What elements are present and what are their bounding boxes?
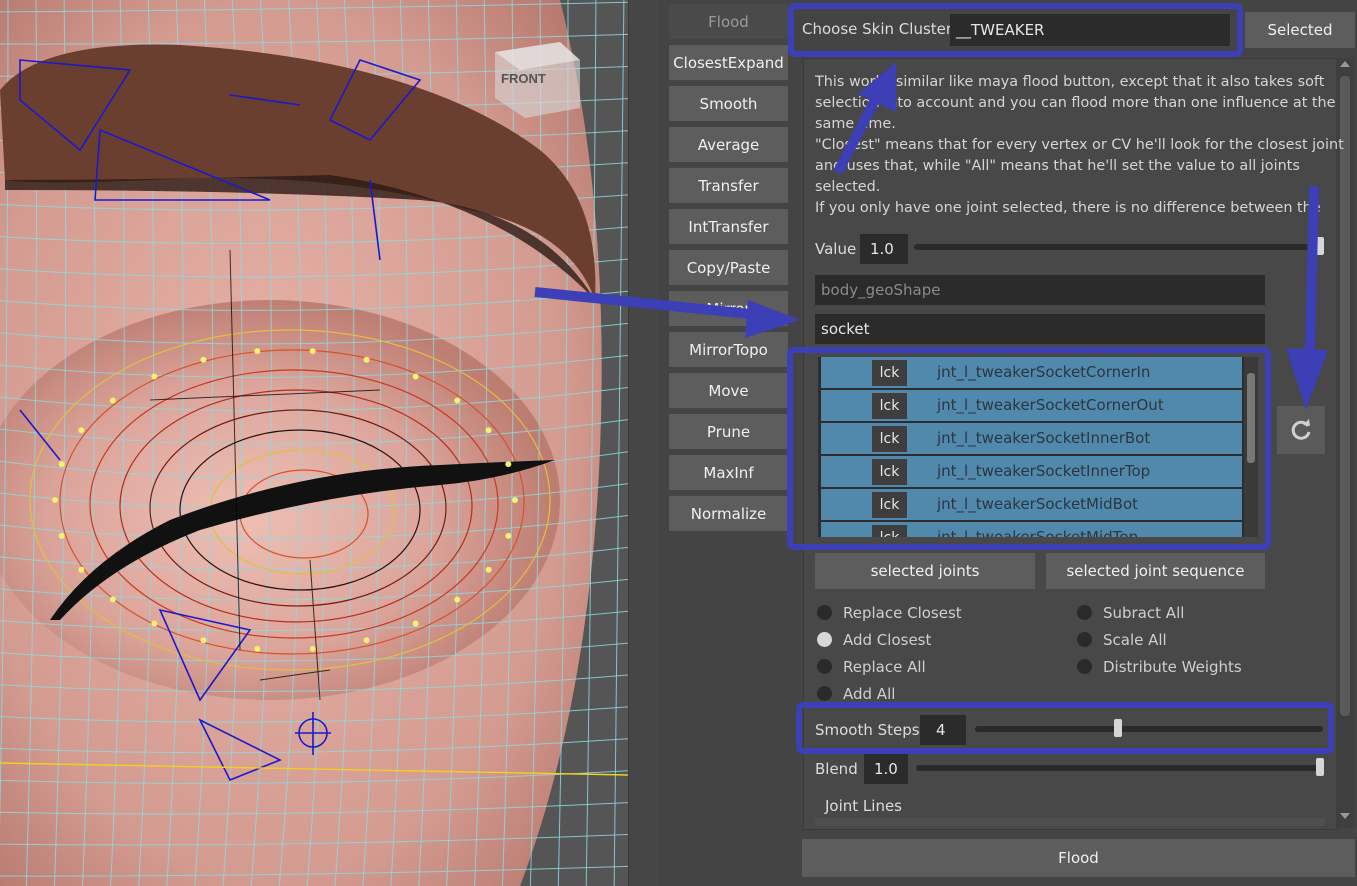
smooth-button[interactable]: Smooth — [669, 86, 788, 121]
closest-expand-button[interactable]: ClosestExpand — [669, 45, 788, 80]
joint-filter-input[interactable]: socket — [815, 314, 1265, 344]
tool-column: Flood ClosestExpand Smooth Average Trans… — [658, 0, 799, 886]
blend-slider-handle[interactable] — [1316, 758, 1324, 776]
description-line: If you only have one joint selected, the… — [815, 200, 1325, 216]
description-line: "Closest" means that for every vertex or… — [815, 137, 1344, 153]
refresh-button[interactable] — [1277, 406, 1325, 454]
description-line: same time. — [815, 116, 896, 132]
panel-splitter[interactable] — [628, 0, 659, 886]
description-line: selection into account and you can flood… — [815, 95, 1336, 111]
smooth-steps-label: Smooth Steps — [815, 721, 920, 739]
smooth-steps-slider-handle[interactable] — [1114, 719, 1123, 737]
smooth-steps-slider[interactable] — [975, 726, 1323, 732]
joint-list-item[interactable]: lck jnt_l_tweakerSocketMidTop — [821, 522, 1242, 537]
view-cube-label: FRONT — [501, 71, 546, 86]
radio-label: Replace Closest — [843, 604, 962, 622]
selected-joints-button[interactable]: selected joints — [815, 553, 1035, 589]
joint-name: jnt_l_tweakerSocketMidTop — [937, 528, 1138, 537]
description-text: This works similar like maya flood butto… — [815, 72, 1344, 219]
smooth-steps-field[interactable]: 4 — [920, 715, 966, 745]
face-mesh-render[interactable]: FRONT — [0, 0, 628, 886]
lock-toggle[interactable]: lck — [872, 360, 907, 386]
scroll-down-icon[interactable] — [1340, 813, 1350, 819]
skin-cluster-field[interactable]: __TWEAKER — [950, 14, 1230, 46]
joint-lines-label: Joint Lines — [825, 797, 902, 815]
radio-distribute-weights[interactable] — [1077, 659, 1092, 674]
scrollbar-thumb[interactable] — [1340, 76, 1350, 716]
radio-add-closest[interactable] — [817, 632, 832, 647]
joint-name: jnt_l_tweakerSocketCornerIn — [937, 363, 1151, 381]
scroll-up-icon[interactable] — [1340, 61, 1350, 67]
description-line: selected. — [815, 179, 881, 195]
transfer-button[interactable]: Transfer — [669, 168, 788, 203]
joint-list-item[interactable]: lck jnt_l_tweakerSocketInnerTop — [821, 456, 1242, 487]
radio-label: Scale All — [1103, 631, 1167, 649]
value-slider[interactable] — [914, 244, 1324, 250]
normalize-button[interactable]: Normalize — [669, 496, 788, 531]
joint-name: jnt_l_tweakerSocketInnerBot — [937, 429, 1151, 447]
radio-scale-all[interactable] — [1077, 632, 1092, 647]
joint-list-item[interactable]: lck jnt_l_tweakerSocketCornerIn — [821, 357, 1242, 388]
joint-name: jnt_l_tweakerSocketInnerTop — [937, 462, 1151, 480]
joint-list-scrollbar[interactable] — [1244, 357, 1258, 537]
joint-name: jnt_l_tweakerSocketCornerOut — [937, 396, 1164, 414]
lock-toggle[interactable]: lck — [872, 459, 907, 485]
lock-toggle[interactable]: lck — [872, 426, 907, 452]
lock-toggle[interactable]: lck — [872, 393, 907, 419]
radio-replace-closest[interactable] — [817, 605, 832, 620]
mirror-button[interactable]: Mirror — [669, 291, 788, 326]
mirror-topo-button[interactable]: MirrorTopo — [669, 332, 788, 367]
move-button[interactable]: Move — [669, 373, 788, 408]
max-inf-button[interactable]: MaxInf — [669, 455, 788, 490]
selected-joint-sequence-button[interactable]: selected joint sequence — [1046, 553, 1265, 589]
joint-lines-section — [815, 818, 1325, 826]
copy-paste-button[interactable]: Copy/Paste — [669, 250, 788, 285]
joint-list-item[interactable]: lck jnt_l_tweakerSocketCornerOut — [821, 390, 1242, 421]
scrollbar-thumb[interactable] — [1247, 373, 1255, 463]
mesh-field[interactable]: body_geoShape — [815, 275, 1265, 305]
blend-slider[interactable] — [916, 765, 1324, 771]
average-button[interactable]: Average — [669, 127, 788, 162]
lock-toggle[interactable]: lck — [872, 525, 907, 537]
int-transfer-button[interactable]: IntTransfer — [669, 209, 788, 244]
radio-label: Replace All — [843, 658, 926, 676]
value-field[interactable]: 1.0 — [860, 234, 908, 264]
radio-label: Distribute Weights — [1103, 658, 1242, 676]
radio-label: Add All — [843, 685, 896, 703]
description-line: and uses that, while "All" means that he… — [815, 158, 1300, 174]
joint-list-item[interactable]: lck jnt_l_tweakerSocketMidBot — [821, 489, 1242, 520]
flood-button[interactable]: Flood — [802, 839, 1355, 877]
viewport-3d[interactable]: FRONT — [0, 0, 628, 886]
blend-field[interactable]: 1.0 — [864, 754, 908, 784]
radio-add-all[interactable] — [817, 686, 832, 701]
value-slider-handle[interactable] — [1316, 237, 1324, 255]
radio-replace-all[interactable] — [817, 659, 832, 674]
joint-list[interactable]: lck jnt_l_tweakerSocketCornerIn lck jnt_… — [818, 357, 1258, 537]
selected-button[interactable]: Selected — [1245, 12, 1355, 48]
refresh-icon — [1291, 419, 1311, 440]
radio-label: Subract All — [1103, 604, 1185, 622]
blend-label: Blend — [815, 760, 858, 778]
choose-skin-cluster-label: Choose Skin Cluster — [802, 20, 953, 38]
value-label: Value — [815, 240, 857, 258]
joint-list-item[interactable]: lck jnt_l_tweakerSocketInnerBot — [821, 423, 1242, 454]
radio-label: Add Closest — [843, 631, 932, 649]
joint-name: jnt_l_tweakerSocketMidBot — [937, 495, 1139, 513]
tab-flood[interactable]: Flood — [669, 4, 788, 39]
radio-subtract-all[interactable] — [1077, 605, 1092, 620]
description-line: This works similar like maya flood butto… — [815, 74, 1325, 90]
settings-scrollbar[interactable] — [1336, 58, 1354, 828]
prune-button[interactable]: Prune — [669, 414, 788, 449]
lock-toggle[interactable]: lck — [872, 492, 907, 518]
